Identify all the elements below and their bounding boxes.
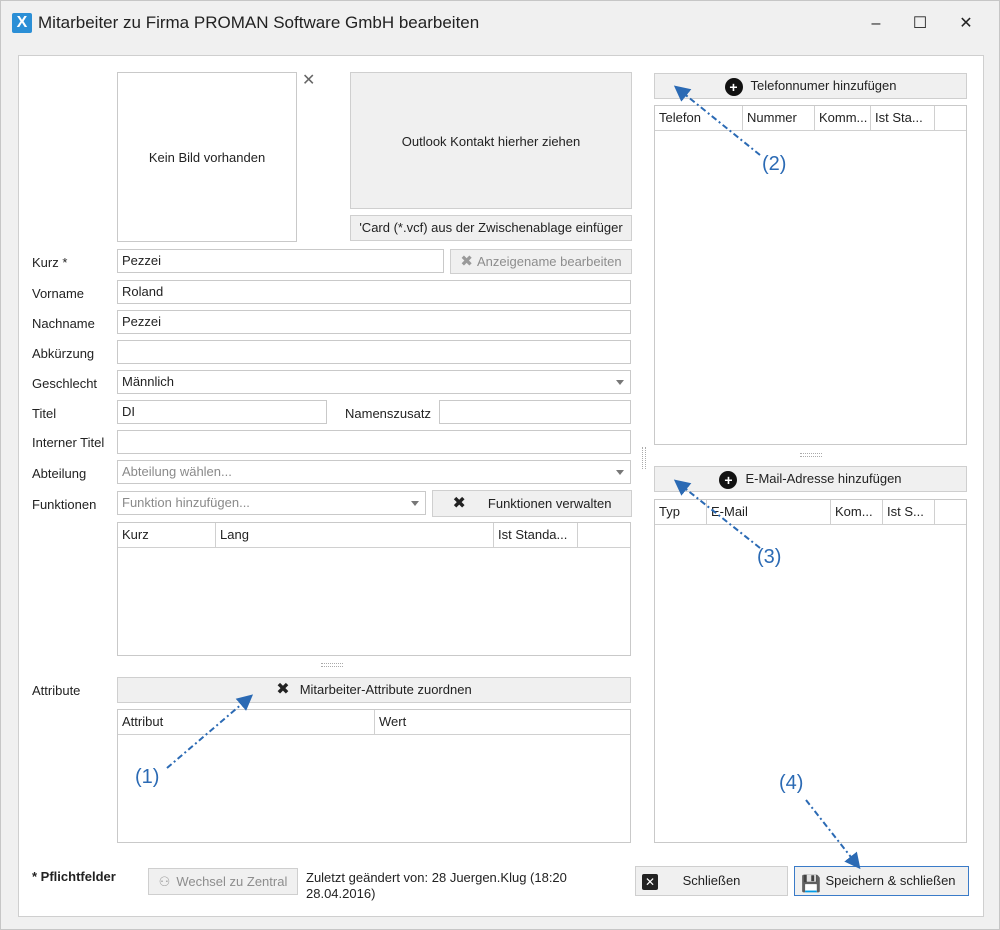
annotation-arrow-4 [805, 799, 861, 870]
annotation-arrow-1 [166, 694, 254, 769]
annotation-label-3: (3) [757, 546, 782, 568]
annotation-arrow-3 [673, 479, 761, 549]
annotation-label-1: (1) [135, 766, 160, 788]
annotation-arrows [166, 85, 861, 870]
annotation-label-2: (2) [762, 153, 787, 175]
annotation-label-4: (4) [779, 772, 804, 794]
annotation-arrow-2 [673, 85, 761, 156]
